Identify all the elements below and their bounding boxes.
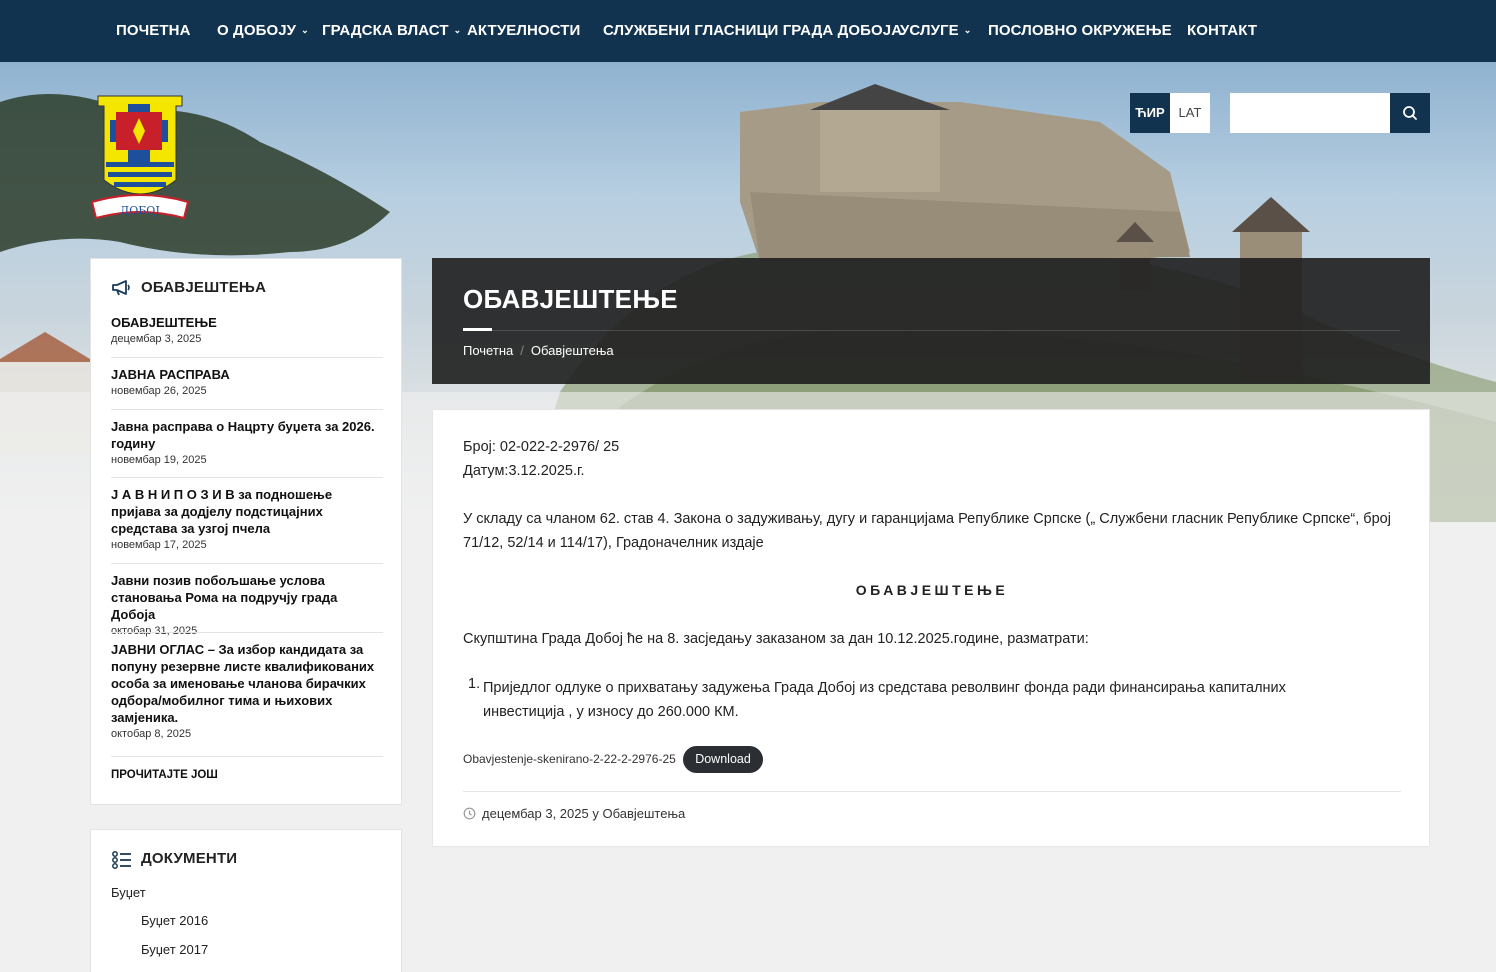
read-more-link[interactable]: ПРОЧИТАЈТЕ ЈОШ <box>111 769 218 781</box>
document-number: Број: 02-022-2-2976/ 25 <box>463 439 620 455</box>
divider <box>111 756 383 757</box>
post-title[interactable]: Ј А В Н И П О З И В за подношење пријава… <box>111 486 383 537</box>
list-item[interactable]: ОБАВЈЕШТЕЊЕ децембар 3, 2025 <box>111 314 383 345</box>
nav-item-news[interactable]: АКТУЕЛНОСТИ <box>467 0 580 62</box>
city-coat-of-arms-logo[interactable]: ДОБОЈ <box>88 92 192 224</box>
widget-title: ДОКУМЕНТИ <box>111 850 237 869</box>
nav-item-home[interactable]: ПОЧЕТНА <box>116 0 191 62</box>
chevron-down-icon: ⌄ <box>301 25 309 35</box>
nav-label: СЛУЖБЕНИ ГЛАСНИЦИ ГРАДА ДОБОЈА <box>603 22 903 39</box>
list-number: 1. <box>468 676 481 692</box>
post-date: новембар 17, 2025 <box>111 539 207 551</box>
nav-label: ПОЧЕТНА <box>116 22 191 39</box>
breadcrumb-separator: / <box>520 343 524 358</box>
clock-icon <box>463 807 476 823</box>
top-navigation: ПОЧЕТНА О ДОБОЈУ ⌄ ГРАДСКА ВЛАСТ ⌄ АКТУЕЛН… <box>0 0 1496 62</box>
nav-label: УСЛУГЕ <box>900 22 959 39</box>
nav-item-services[interactable]: УСЛУГЕ ⌄ <box>900 0 971 62</box>
divider <box>463 791 1401 792</box>
meta-in-label: у <box>592 806 599 821</box>
list-item-text: Приједлог одлуке о прихватању задужења Г… <box>483 680 1286 720</box>
post-date: новембар 19, 2025 <box>111 454 207 466</box>
post-title[interactable]: Јавна расправа о Нацрту буџета за 2026. … <box>111 418 383 452</box>
divider <box>492 330 1400 331</box>
post-date: децембар 3, 2025 <box>111 333 202 345</box>
post-date: октобар 8, 2025 <box>111 728 192 740</box>
nav-item-city-government[interactable]: ГРАДСКА ВЛАСТ ⌄ <box>322 0 461 62</box>
nav-label: ГРАДСКА ВЛАСТ <box>322 22 449 39</box>
divider <box>111 563 383 564</box>
divider <box>111 477 383 478</box>
divider <box>111 409 383 410</box>
language-cyrillic-button[interactable]: ЋИР <box>1130 93 1170 133</box>
body-paragraph: Скупштина Града Добој ће на 8. засједању… <box>463 631 1089 647</box>
nav-label: О ДОБОЈУ <box>217 22 297 39</box>
nav-item-business[interactable]: ПОСЛОВНО ОКРУЖЕЊЕ <box>988 0 1172 62</box>
post-meta: децембар 3, 2025 у Обавјештења <box>463 806 685 823</box>
divider <box>111 632 383 633</box>
chevron-down-icon: ⌄ <box>453 25 462 35</box>
article-content: Број: 02-022-2-2976/ 25 Датум:3.12.2025.… <box>432 409 1430 847</box>
page-title-banner: ОБАВЈЕШТЕЊЕ Почетна / Обавјештења <box>432 258 1430 384</box>
announcements-widget: ОБАВЈЕШТЕЊА ОБАВЈЕШТЕЊЕ децембар 3, 2025… <box>90 258 402 805</box>
nav-label: АКТУЕЛНОСТИ <box>467 22 581 39</box>
document-link[interactable]: Буџет 2016 <box>141 913 208 928</box>
breadcrumb: Почетна / Обавјештења <box>463 343 614 358</box>
post-date: новембар 26, 2025 <box>111 385 207 397</box>
nav-item-about[interactable]: О ДОБОЈУ ⌄ <box>217 0 309 62</box>
chevron-down-icon: ⌄ <box>963 25 972 35</box>
list-item[interactable]: ЈАВНИ ОГЛАС – За избор кандидата за попу… <box>111 641 383 740</box>
attachment-filename: Obavjestenje-skenirano-2-22-2-2976-25 <box>463 752 676 766</box>
search-button[interactable] <box>1390 93 1430 133</box>
search-input[interactable] <box>1230 93 1390 133</box>
post-date[interactable]: децембар 3, 2025 <box>482 806 589 821</box>
intro-paragraph: У складу са чланом 62. став 4. Закона о … <box>463 511 1391 551</box>
list-item[interactable]: Јавна расправа о Нацрту буџета за 2026. … <box>111 418 383 466</box>
megaphone-icon <box>111 279 133 301</box>
breadcrumb-current[interactable]: Обавјештења <box>531 343 614 358</box>
title-accent-line <box>463 328 492 331</box>
search-icon <box>1403 106 1417 120</box>
download-button[interactable]: Download <box>683 746 763 773</box>
nav-label: ПОСЛОВНО ОКРУЖЕЊЕ <box>988 22 1172 39</box>
breadcrumb-home-link[interactable]: Почетна <box>463 343 513 358</box>
document-date: Датум:3.12.2025.г. <box>463 463 585 479</box>
nav-item-contact[interactable]: КОНТАКТ <box>1187 0 1257 62</box>
document-link[interactable]: Буџет <box>111 885 146 900</box>
documents-widget: ДОКУМЕНТИ Буџет Буџет 2016 Буџет 2017 <box>90 829 402 972</box>
post-title[interactable]: ЈАВНИ ОГЛАС – За избор кандидата за попу… <box>111 641 383 726</box>
post-title[interactable]: Јавни позив побољшање услова становања Р… <box>111 572 383 623</box>
language-latin-button[interactable]: LAT <box>1170 93 1210 133</box>
post-category-link[interactable]: Обавјештења <box>602 806 685 821</box>
nav-label: КОНТАКТ <box>1187 22 1258 39</box>
list-item[interactable]: Ј А В Н И П О З И В за подношење пријава… <box>111 486 383 551</box>
list-item[interactable]: ЈАВНА РАСПРАВА новембар 26, 2025 <box>111 366 383 397</box>
announcement-heading: ОБАВЈЕШТЕЊЕ <box>855 582 1009 598</box>
document-link[interactable]: Буџет 2017 <box>141 942 208 957</box>
post-date: октобар 31, 2025 <box>111 625 198 637</box>
divider <box>111 357 383 358</box>
list-item[interactable]: Јавни позив побољшање услова становања Р… <box>111 572 383 637</box>
list-icon <box>111 850 133 874</box>
svg-text:ДОБОЈ: ДОБОЈ <box>120 204 159 217</box>
page-title: ОБАВЈЕШТЕЊЕ <box>463 284 678 314</box>
post-title[interactable]: ОБАВЈЕШТЕЊЕ <box>111 314 383 331</box>
post-title[interactable]: ЈАВНА РАСПРАВА <box>111 366 383 383</box>
widget-title: ОБАВЈЕШТЕЊА <box>111 279 266 296</box>
nav-item-official-gazettes[interactable]: СЛУЖБЕНИ ГЛАСНИЦИ ГРАДА ДОБОЈА <box>603 0 902 62</box>
